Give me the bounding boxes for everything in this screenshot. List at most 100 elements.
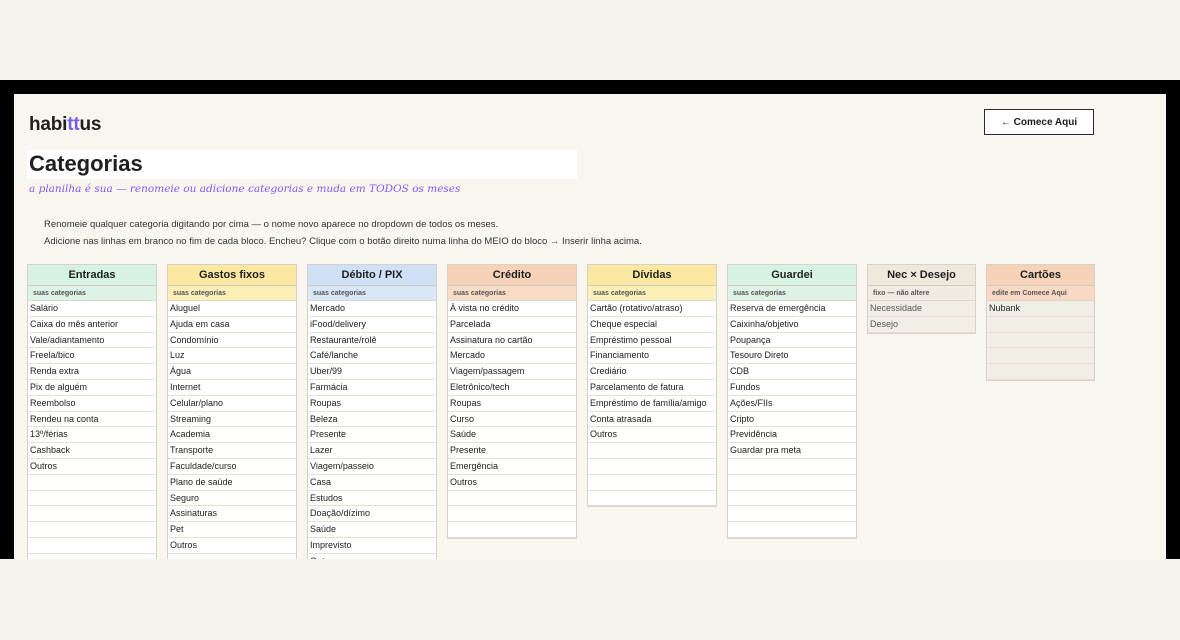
category-cell[interactable]: Outros — [308, 554, 436, 559]
category-cell[interactable]: Financiamento — [588, 348, 716, 365]
category-cell[interactable]: Outros — [588, 427, 716, 444]
category-cell[interactable]: Cashback — [28, 443, 156, 459]
category-cell[interactable]: Renda extra — [28, 364, 156, 380]
empty-category-cell[interactable] — [448, 491, 576, 507]
category-cell[interactable]: Assinatura no cartão — [448, 333, 576, 349]
category-cell[interactable]: Café/lanche — [308, 348, 436, 365]
category-cell[interactable]: Outros — [28, 459, 156, 475]
category-cell[interactable]: Pix de alguém — [28, 380, 156, 396]
category-cell[interactable]: Salário — [28, 301, 156, 317]
category-cell[interactable]: Poupança — [728, 333, 856, 349]
category-cell[interactable]: Empréstimo pessoal — [588, 333, 716, 349]
empty-category-cell[interactable] — [28, 491, 156, 507]
empty-category-cell[interactable] — [588, 459, 716, 475]
category-cell[interactable]: Freela/bico — [28, 348, 156, 365]
category-cell[interactable]: Presente — [448, 443, 576, 459]
category-cell[interactable]: Presente — [308, 427, 436, 444]
category-cell[interactable]: Farmácia — [308, 380, 436, 396]
category-cell[interactable]: Condomínio — [168, 333, 296, 349]
empty-category-cell[interactable] — [28, 554, 156, 559]
empty-category-cell[interactable] — [28, 522, 156, 538]
empty-category-cell[interactable] — [728, 506, 856, 523]
category-cell[interactable]: Vale/adiantamento — [28, 333, 156, 349]
category-cell[interactable]: Emergência — [448, 459, 576, 475]
category-cell[interactable]: Guardar pra meta — [728, 443, 856, 459]
empty-category-cell[interactable] — [728, 475, 856, 491]
category-cell[interactable]: Tesouro Direto — [728, 348, 856, 365]
comece-aqui-button[interactable]: ← Comece Aqui — [984, 109, 1094, 135]
category-cell[interactable]: Beleza — [308, 412, 436, 428]
category-cell[interactable]: Viagem/passeio — [308, 459, 436, 475]
category-cell[interactable]: Nubank — [987, 301, 1094, 317]
category-cell[interactable]: Transporte — [168, 443, 296, 459]
category-cell[interactable]: Cripto — [728, 412, 856, 428]
category-cell[interactable]: Parcelada — [448, 317, 576, 333]
category-cell[interactable]: Academia — [168, 427, 296, 444]
category-cell[interactable]: Caixa do mês anterior — [28, 317, 156, 333]
empty-category-cell[interactable] — [448, 522, 576, 538]
category-cell[interactable]: Previdência — [728, 427, 856, 444]
category-cell[interactable]: Desejo — [868, 316, 975, 333]
category-cell[interactable]: Mercado — [308, 301, 436, 317]
category-cell[interactable]: Ações/FIIs — [728, 396, 856, 412]
category-cell[interactable]: Reserva de emergência — [728, 301, 856, 317]
category-cell[interactable]: Uber/99 — [308, 364, 436, 380]
empty-category-cell[interactable] — [588, 443, 716, 459]
category-cell[interactable]: Aluguel — [168, 301, 296, 317]
category-cell[interactable]: Celular/plano — [168, 396, 296, 412]
category-cell[interactable]: Rendeu na conta — [28, 412, 156, 428]
category-cell[interactable]: Roupas — [448, 396, 576, 412]
category-cell[interactable]: Outros — [448, 475, 576, 491]
category-cell[interactable]: Lazer — [308, 443, 436, 459]
category-cell[interactable]: Doação/dízimo — [308, 506, 436, 523]
category-cell[interactable]: Estudos — [308, 491, 436, 507]
category-cell[interactable]: Curso — [448, 412, 576, 428]
category-cell[interactable]: À vista no crédito — [448, 301, 576, 317]
category-cell[interactable]: Ajuda em casa — [168, 317, 296, 333]
empty-category-cell[interactable] — [28, 538, 156, 554]
category-cell[interactable]: Saúde — [448, 427, 576, 444]
category-cell[interactable]: Plano de saúde — [168, 475, 296, 491]
category-cell[interactable]: Conta atrasada — [588, 412, 716, 428]
empty-category-cell[interactable] — [987, 316, 1094, 333]
category-cell[interactable]: Cartão (rotativo/atraso) — [588, 301, 716, 317]
empty-category-cell[interactable] — [728, 522, 856, 538]
category-cell[interactable]: Restaurante/rolê — [308, 333, 436, 349]
category-cell[interactable]: Imprevisto — [308, 538, 436, 554]
category-cell[interactable]: Saúde — [308, 522, 436, 538]
category-cell[interactable]: Viagem/passagem — [448, 364, 576, 380]
empty-category-cell[interactable] — [588, 491, 716, 507]
category-cell[interactable]: Casa — [308, 475, 436, 491]
category-cell[interactable]: Crediário — [588, 364, 716, 380]
empty-category-cell[interactable] — [28, 475, 156, 491]
category-cell[interactable]: Internet — [168, 380, 296, 396]
empty-category-cell[interactable] — [728, 491, 856, 507]
category-cell[interactable]: Luz — [168, 348, 296, 365]
empty-category-cell[interactable] — [728, 459, 856, 475]
category-cell[interactable]: Cheque especial — [588, 317, 716, 333]
category-cell[interactable]: Empréstimo de família/amigo — [588, 396, 716, 412]
empty-category-cell[interactable] — [448, 506, 576, 523]
category-cell[interactable]: iFood/delivery — [308, 317, 436, 333]
category-cell[interactable]: Assinaturas — [168, 506, 296, 523]
empty-category-cell[interactable] — [168, 554, 296, 559]
empty-category-cell[interactable] — [28, 506, 156, 523]
category-cell[interactable]: 13º/férias — [28, 427, 156, 444]
empty-category-cell[interactable] — [987, 364, 1094, 380]
category-cell[interactable]: Mercado — [448, 348, 576, 365]
category-cell[interactable]: CDB — [728, 364, 856, 380]
empty-category-cell[interactable] — [987, 348, 1094, 365]
category-cell[interactable]: Eletrônico/tech — [448, 380, 576, 396]
category-cell[interactable]: Necessidade — [868, 301, 975, 317]
empty-category-cell[interactable] — [987, 332, 1094, 349]
category-cell[interactable]: Parcelamento de fatura — [588, 380, 716, 396]
category-cell[interactable]: Caixinha/objetivo — [728, 317, 856, 333]
category-cell[interactable]: Pet — [168, 522, 296, 538]
category-cell[interactable]: Faculdade/curso — [168, 459, 296, 475]
category-cell[interactable]: Outros — [168, 538, 296, 554]
category-cell[interactable]: Fundos — [728, 380, 856, 396]
category-cell[interactable]: Seguro — [168, 491, 296, 507]
category-cell[interactable]: Streaming — [168, 412, 296, 428]
category-cell[interactable]: Roupas — [308, 396, 436, 412]
category-cell[interactable]: Reembolso — [28, 396, 156, 412]
